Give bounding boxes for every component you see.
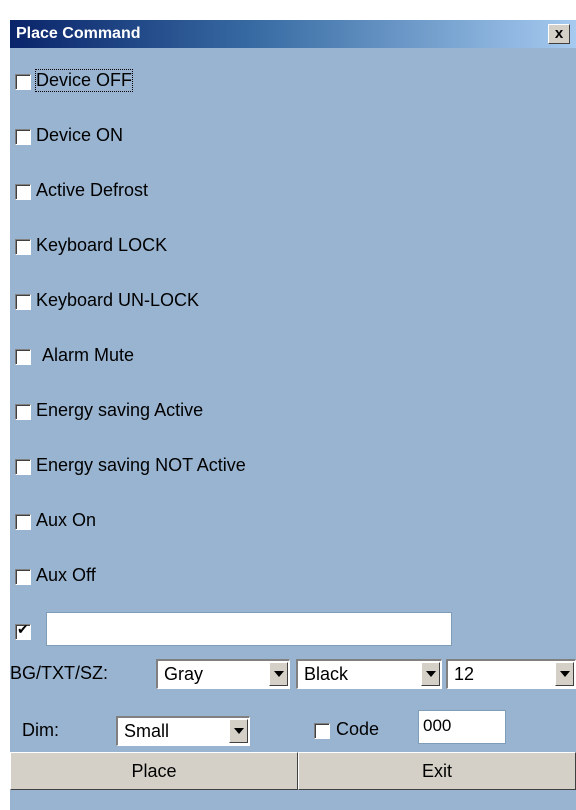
energy-saving-active-label[interactable]: Energy saving Active [36,400,203,421]
text-size-select[interactable]: 12 [446,659,576,689]
code-checkbox[interactable] [314,723,330,739]
code-label[interactable]: Code [336,719,379,740]
energy-saving-not-active-label[interactable]: Energy saving NOT Active [36,455,246,476]
custom-command-input[interactable] [46,612,452,646]
active-defrost-checkbox[interactable] [15,184,31,200]
energy-saving-active-checkbox[interactable] [15,404,31,420]
style-row-label: BG/TXT/SZ: [10,663,109,683]
dim-label: Dim: [22,720,59,740]
title-bar: Place Command x [10,20,576,48]
keyboard-unlock-label[interactable]: Keyboard UN-LOCK [36,290,199,311]
chevron-down-icon[interactable] [421,662,440,686]
background-color-select[interactable]: Gray [156,659,290,689]
chevron-down-icon[interactable] [269,662,288,686]
background-color-value: Gray [164,664,204,684]
text-color-select[interactable]: Black [296,659,442,689]
close-button[interactable]: x [548,24,570,44]
device-on-checkbox[interactable] [15,129,31,145]
place-command-window: Place Command x Device OFF Device ON Act… [10,20,576,810]
device-off-label[interactable]: Device OFF [34,69,134,92]
energy-saving-not-active-checkbox[interactable] [15,459,31,475]
aux-off-label[interactable]: Aux Off [36,565,96,586]
window-title: Place Command [16,25,141,42]
check-mark-icon: ✔ [17,622,29,638]
active-defrost-label[interactable]: Active Defrost [36,180,148,201]
exit-button[interactable]: Exit [298,752,576,790]
code-input[interactable]: 000 [418,710,506,744]
keyboard-lock-checkbox[interactable] [15,239,31,255]
dimension-value: Small [124,721,170,741]
aux-on-label[interactable]: Aux On [36,510,96,531]
chevron-down-icon[interactable] [229,719,248,743]
place-button[interactable]: Place [10,752,298,790]
text-size-value: 12 [454,664,475,684]
aux-off-checkbox[interactable] [15,569,31,585]
dimension-select[interactable]: Small [116,716,250,746]
keyboard-unlock-checkbox[interactable] [15,294,31,310]
text-color-value: Black [304,664,349,684]
alarm-mute-label[interactable]: Alarm Mute [38,345,134,366]
device-on-label[interactable]: Device ON [36,125,123,146]
device-off-checkbox[interactable] [15,74,31,90]
custom-command-checkbox[interactable]: ✔ [15,622,31,640]
chevron-down-icon[interactable] [555,662,574,686]
aux-on-checkbox[interactable] [15,514,31,530]
keyboard-lock-label[interactable]: Keyboard LOCK [36,235,167,256]
alarm-mute-checkbox[interactable] [15,349,31,365]
